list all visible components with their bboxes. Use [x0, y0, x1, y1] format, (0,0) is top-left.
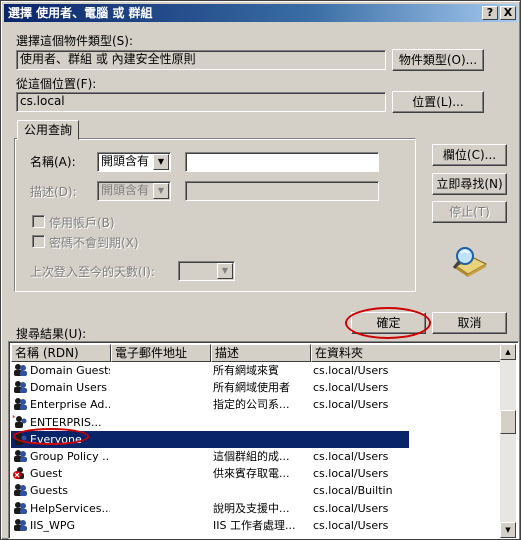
description-input[interactable]: [185, 181, 379, 201]
column-header-email[interactable]: 電子郵件地址: [111, 344, 211, 362]
table-row[interactable]: Guests cs.local/Builtin: [11, 482, 409, 499]
cell-name: Enterprise Ad...: [30, 398, 110, 412]
days-since-logon-label: 上次登入至今的天數(I):: [30, 265, 155, 279]
object-type-label: 選擇這個物件類型(S):: [16, 34, 134, 48]
cell-folder: cs.local/Users: [313, 518, 389, 532]
cell-name: IIS_WPG: [30, 518, 76, 532]
description-label: 描述(D):: [30, 185, 77, 199]
cell-folder: cs.local/Users: [313, 501, 389, 515]
cell-folder: cs.local/Users: [313, 381, 389, 395]
table-row[interactable]: Domain Guests 所有網域來賓 cs.local/Users: [11, 362, 409, 379]
column-header-description[interactable]: 描述: [211, 344, 311, 362]
stop-button[interactable]: 停止(T): [432, 201, 507, 223]
cell-folder: cs.local/Builtin: [313, 484, 393, 498]
results-header: 名稱 (RDN) 電子郵件地址 描述 在資料夾: [11, 344, 501, 362]
group-icon: [12, 517, 28, 532]
cell-description: IIS 工作者處理...: [213, 518, 296, 532]
search-folder-icon: [450, 244, 490, 280]
name-mode-select[interactable]: 開頭含有 ▼: [97, 152, 171, 172]
column-header-name[interactable]: 名稱 (RDN): [11, 344, 111, 362]
description-mode-select[interactable]: 開頭含有 ▼: [97, 181, 171, 201]
search-results-list[interactable]: 名稱 (RDN) 電子郵件地址 描述 在資料夾 Domain Guests 所有網…: [8, 341, 519, 539]
group-icon: [12, 379, 28, 394]
description-mode-value: 開頭含有: [101, 183, 150, 197]
object-types-button[interactable]: 物件類型(O)...: [392, 49, 484, 71]
table-row[interactable]: Guest 供來賓存取電... cs.local/Users: [11, 465, 409, 482]
disabled-accounts-label: 停用帳戶(B): [49, 216, 115, 230]
cell-name: Domain Guests: [30, 364, 110, 377]
location-label: 從這個位置(F):: [16, 77, 97, 91]
table-row[interactable]: IIS_WPG IIS 工作者處理... cs.local/Users: [11, 517, 409, 534]
cell-folder: cs.local/Users: [313, 467, 389, 481]
name-label: 名稱(A):: [30, 155, 76, 169]
cell-folder: cs.local/Users: [313, 450, 389, 463]
table-row[interactable]: HelpServices... 說明及支援中... cs.local/Users: [11, 500, 409, 517]
search-results-label: 搜尋結果(U):: [16, 327, 87, 341]
chevron-down-icon[interactable]: ▼: [217, 263, 233, 279]
group-icon: [12, 362, 28, 377]
cell-name: ENTERPRIS...: [30, 415, 102, 429]
group-icon: [12, 500, 28, 515]
non-expiring-password-checkbox[interactable]: [32, 235, 45, 248]
group-icon: [12, 482, 28, 497]
cell-name: HelpServices...: [30, 501, 110, 515]
columns-button[interactable]: 欄位(C)...: [432, 144, 507, 166]
cell-name: Everyone: [30, 432, 82, 446]
name-input[interactable]: [185, 152, 379, 172]
cell-description: 這個群組的成...: [213, 450, 290, 463]
name-mode-value: 開頭含有: [101, 154, 150, 168]
table-row[interactable]: Domain Users 所有網域使用者 cs.local/Users: [11, 379, 409, 396]
cell-description: 供來賓存取電...: [213, 467, 290, 481]
chevron-down-icon[interactable]: ▼: [153, 154, 169, 170]
table-row[interactable]: Group Policy ... 這個群組的成... cs.local/Users: [11, 448, 409, 465]
locations-button[interactable]: 位置(L)...: [392, 91, 484, 113]
builtin-group-icon: *: [12, 431, 28, 446]
group-icon: [12, 396, 28, 411]
dialog-window: 選擇 使用者、電腦 或 群組 ? X 選擇這個物件類型(S): 使用者、群組 或…: [0, 0, 521, 540]
non-expiring-password-label: 密碼不會到期(X): [49, 236, 139, 250]
scroll-thumb[interactable]: [500, 410, 516, 434]
cell-name: Domain Users: [30, 381, 107, 395]
title-bar: 選擇 使用者、電腦 或 群組: [4, 4, 517, 22]
cell-folder: cs.local/Users: [313, 398, 389, 412]
cell-name: Group Policy ...: [30, 450, 110, 463]
help-button[interactable]: ?: [482, 6, 498, 20]
ok-button[interactable]: 確定: [351, 312, 426, 334]
cell-description: 所有網域來賓: [213, 364, 279, 377]
column-header-folder[interactable]: 在資料夾: [311, 344, 501, 362]
cancel-button[interactable]: 取消: [432, 312, 507, 334]
builtin-group-icon: *: [12, 414, 28, 429]
disabled-accounts-checkbox[interactable]: [32, 215, 45, 228]
scroll-up-arrow-icon[interactable]: ▲: [500, 344, 516, 360]
object-type-field: 使用者、群組 或 內建安全性原則: [16, 50, 386, 70]
cell-description: 說明及支援中...: [213, 501, 290, 515]
disabled-user-icon: [12, 465, 28, 480]
close-button[interactable]: X: [500, 6, 516, 20]
chevron-down-icon[interactable]: ▼: [153, 183, 169, 199]
scroll-down-arrow-icon[interactable]: ▼: [500, 522, 516, 538]
vertical-scrollbar[interactable]: ▲ ▼: [500, 344, 516, 538]
cell-folder: cs.local/Users: [313, 364, 389, 377]
find-now-button[interactable]: 立即尋找(N): [432, 173, 507, 195]
table-row[interactable]: * ENTERPRIS...: [11, 414, 409, 431]
table-row[interactable]: * Everyone: [11, 430, 409, 448]
tab-common-queries[interactable]: 公用查詢: [17, 120, 79, 140]
table-row[interactable]: Enterprise Ad... 指定的公司系... cs.local/Users: [11, 396, 409, 413]
cell-name: Guests: [30, 484, 69, 498]
location-field: cs.local: [16, 92, 386, 112]
svg-text:*: *: [12, 414, 16, 422]
svg-text:*: *: [12, 431, 16, 439]
cell-description: 指定的公司系...: [213, 398, 290, 412]
cell-description: 所有網域使用者: [213, 381, 290, 395]
window-title: 選擇 使用者、電腦 或 群組: [8, 6, 153, 20]
days-since-logon-select[interactable]: ▼: [178, 261, 235, 281]
group-icon: [12, 448, 28, 463]
cell-name: Guest: [30, 467, 63, 481]
